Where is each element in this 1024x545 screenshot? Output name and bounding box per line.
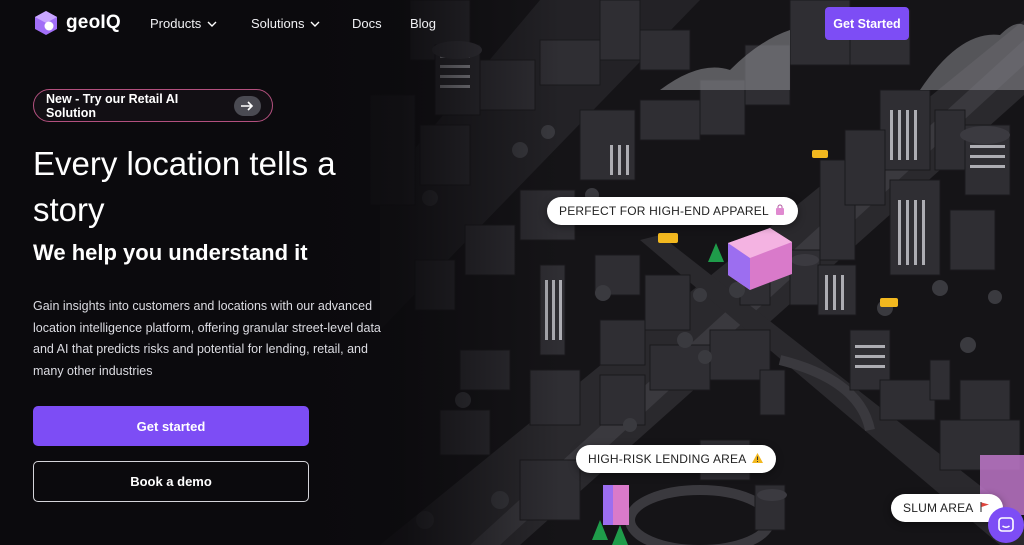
nav-docs[interactable]: Docs — [352, 16, 382, 31]
geoiq-logo-icon — [35, 11, 57, 35]
map-tag-apparel: PERFECT FOR HIGH-END APPAREL — [547, 197, 798, 225]
warning-icon — [751, 452, 764, 467]
get-started-nav-button[interactable]: Get Started — [825, 7, 909, 40]
hero-title: Every location tells a story — [33, 145, 336, 228]
map-tag-apparel-label: PERFECT FOR HIGH-END APPAREL — [559, 204, 769, 218]
chevron-down-icon — [207, 21, 217, 27]
chat-widget-button[interactable] — [988, 507, 1024, 543]
nav-products[interactable]: Products — [150, 16, 217, 31]
announcement-text: New - Try our Retail AI Solution — [46, 91, 179, 120]
nav-products-label: Products — [150, 16, 202, 31]
nav-docs-label: Docs — [352, 16, 382, 31]
book-demo-button[interactable]: Book a demo — [33, 461, 309, 502]
arrow-right-icon — [233, 95, 261, 116]
brand-name: geoIQ — [66, 12, 121, 33]
map-tag-lending: HIGH-RISK LENDING AREA — [576, 445, 777, 473]
nav-blog-label: Blog — [410, 16, 437, 31]
nav-solutions[interactable]: Solutions — [251, 16, 320, 31]
chevron-down-icon — [310, 21, 320, 27]
announcement-pill[interactable]: New - Try our Retail AI Solution — [33, 89, 273, 122]
hero-subtitle: We help you understand it — [33, 240, 308, 265]
map-tag-slum-label: SLUM AREA — [903, 501, 974, 515]
nav-blog[interactable]: Blog — [410, 16, 436, 31]
get-started-button[interactable]: Get started — [33, 406, 309, 446]
top-nav: geoIQ Products Solutions Docs Blog Get S… — [0, 0, 1024, 48]
flag-icon — [979, 501, 991, 516]
chat-icon — [998, 517, 1014, 532]
map-tag-lending-label: HIGH-RISK LENDING AREA — [588, 452, 747, 466]
shopping-bag-icon — [774, 204, 786, 219]
hero-description: Gain insights into customers and locatio… — [33, 299, 381, 378]
nav-solutions-label: Solutions — [251, 16, 305, 31]
map-tag-slum: SLUM AREA — [891, 494, 1003, 522]
brand-logo[interactable]: geoIQ — [33, 10, 121, 36]
